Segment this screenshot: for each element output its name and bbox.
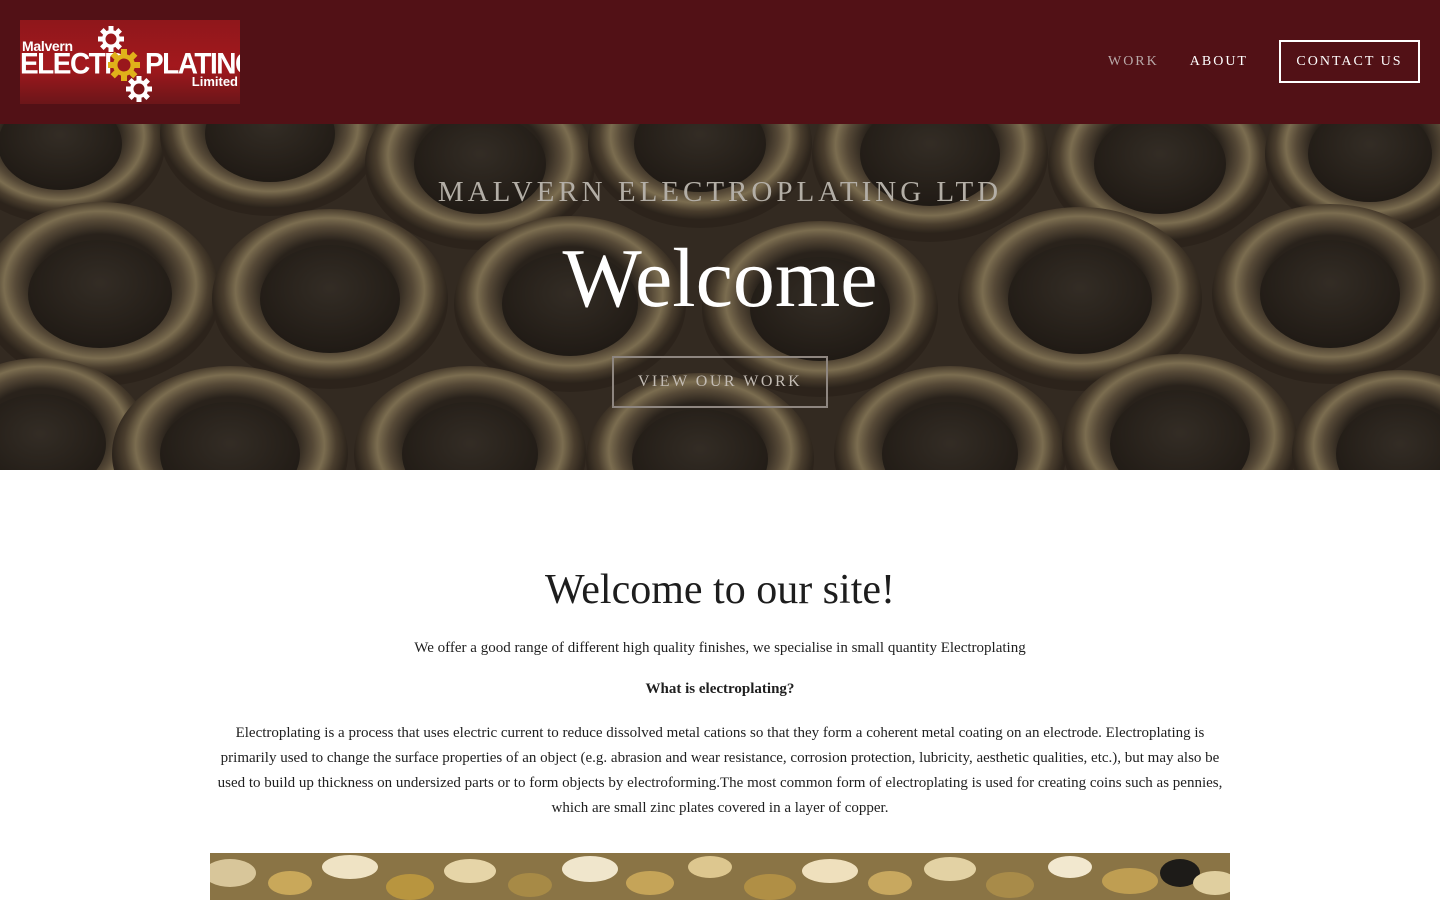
plated-parts-image (210, 853, 1230, 900)
nav-about-link[interactable]: ABOUT (1190, 54, 1248, 70)
white-gear-icon (126, 76, 152, 102)
nav-work-link[interactable]: WORK (1108, 54, 1159, 70)
section-title: Welcome to our site! (544, 567, 895, 613)
main-nav: WORK ABOUT CONTACT US (1077, 40, 1420, 83)
plated-parts-graphic (210, 853, 1230, 900)
hero-subtitle: MALVERN ELECTROPLATING LTD (437, 176, 1003, 208)
contact-us-button[interactable]: CONTACT US (1279, 40, 1420, 83)
view-our-work-button[interactable]: VIEW OUR WORK (612, 356, 828, 408)
body-paragraph: Electroplating is a process that uses el… (217, 725, 1223, 816)
company-logo[interactable]: Malvern ELECTRPLATING Limited (20, 20, 240, 104)
hero-banner: MALVERN ELECTROPLATING LTD Welcome VIEW … (0, 124, 1440, 470)
hero-title: Welcome (562, 232, 878, 325)
question-heading: What is electroplating? (645, 681, 795, 697)
site-header: Malvern ELECTRPLATING Limited (0, 0, 1440, 124)
logo-limited-text: Limited (191, 74, 238, 89)
intro-text: We offer a good range of different high … (414, 640, 1026, 656)
